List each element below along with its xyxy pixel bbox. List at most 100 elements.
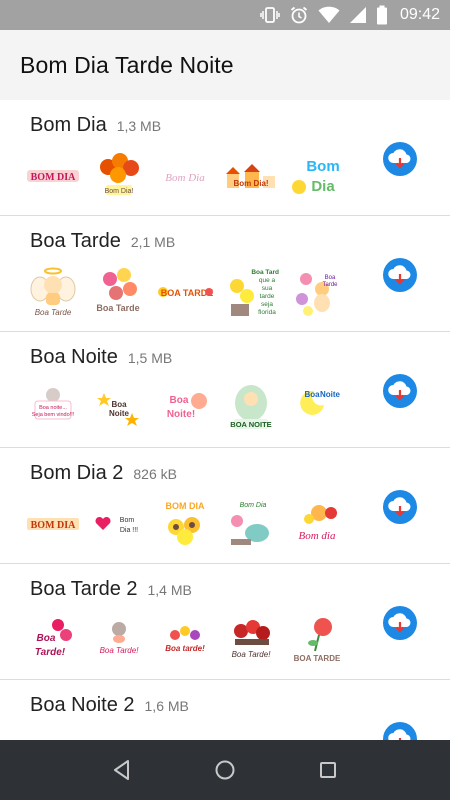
- sticker-boa-noite-a: Boa: [20, 728, 86, 740]
- svg-text:Noite: Noite: [109, 409, 130, 418]
- svg-text:Bom: Bom: [306, 158, 339, 175]
- battery-icon: [376, 5, 388, 25]
- svg-text:Boa: Boa: [111, 400, 127, 409]
- recents-button[interactable]: [308, 750, 348, 790]
- svg-text:Bom Dia!: Bom Dia!: [105, 188, 134, 195]
- sticker-boa-noite-e: [284, 728, 350, 740]
- page-title: Bom Dia Tarde Noite: [20, 51, 234, 78]
- svg-text:Bom Dia!: Bom Dia!: [233, 179, 268, 188]
- recents-square-icon: [320, 762, 337, 778]
- svg-text:Boa Tarde!: Boa Tarde!: [232, 650, 272, 659]
- pack-size: 1,3 MB: [116, 118, 162, 134]
- svg-text:BOA NOITE: BOA NOITE: [230, 420, 271, 429]
- svg-text:BOA TARDE: BOA TARDE: [294, 654, 341, 663]
- status-time: 09:42: [399, 6, 440, 23]
- back-button[interactable]: [102, 750, 142, 790]
- svg-text:Dia: Dia: [311, 178, 335, 195]
- download-button[interactable]: [383, 606, 417, 640]
- cloud-download-icon: [388, 381, 411, 401]
- sticker-flowers-bouquet: Bom Dia!: [86, 148, 152, 204]
- sticker-preview-row: BOM DIA Bom Dia !!! BOM DIA Bom Dia Bom d…: [20, 496, 350, 552]
- pack-title: Boa Noite: [30, 346, 118, 368]
- svg-text:Bom dia: Bom dia: [299, 530, 336, 542]
- cloud-download-icon: [388, 613, 411, 633]
- back-triangle-icon: [113, 760, 129, 780]
- sticker-boa-tarde-rose: BOA TARDE: [284, 612, 350, 668]
- sticker-bom-dia-sunflower: BOM DIA: [152, 496, 218, 552]
- sticker-boa-noite-moon: Boa Noite: [284, 380, 350, 436]
- sticker-pack-boa-tarde[interactable]: Boa Tarde 2,1 MB Boa Tarde Boa Tarde BOA…: [0, 216, 450, 332]
- svg-text:Boa: Boa: [304, 390, 320, 399]
- sticker-boa-noite-c: [152, 728, 218, 740]
- sticker-preview-row: Boa Tarde Boa Tarde BOA TARDE Boa Tardeq…: [20, 264, 350, 320]
- svg-text:Boa noite...: Boa noite...: [39, 405, 67, 411]
- alarm-icon: [289, 5, 309, 25]
- svg-text:Dia !!!: Dia !!!: [120, 527, 138, 534]
- svg-text:Tarde: Tarde: [322, 282, 338, 288]
- sticker-pack-boa-noite-2[interactable]: Boa Noite 2 1,6 MB Boa Boa Noite!: [0, 680, 450, 740]
- sticker-pack-list[interactable]: Bom Dia 1,3 MB BOM DIA Bom Dia! Bom Dia …: [0, 100, 450, 740]
- sticker-boa-tarde-roses-2: Boa Tarde!: [218, 612, 284, 668]
- svg-text:Boa: Boa: [37, 633, 56, 644]
- sticker-boa-noite-b: [86, 728, 152, 740]
- sticker-preview-row: Boa noite... Seja bem vindo!!! Boa Noite B…: [20, 380, 350, 436]
- svg-text:BOM DIA: BOM DIA: [31, 520, 77, 531]
- svg-text:Boa: Boa: [325, 275, 336, 281]
- svg-text:Boa tarde!: Boa tarde!: [165, 644, 205, 653]
- sticker-boa-tarde-roses: Boa Tarde: [86, 264, 152, 320]
- download-button[interactable]: [383, 142, 417, 176]
- sticker-bom-dia-teapot: Bom Dia: [218, 496, 284, 552]
- sticker-boa-tarde-bear-2: Boa Tarde!: [86, 612, 152, 668]
- svg-text:BOM DIA: BOM DIA: [166, 501, 205, 511]
- home-button[interactable]: [205, 750, 245, 790]
- download-button[interactable]: [383, 490, 417, 524]
- pack-title: Boa Noite 2: [30, 694, 135, 716]
- sticker-bom-dia-ladybug: Bom dia: [284, 496, 350, 552]
- svg-text:Boa: Boa: [170, 395, 189, 406]
- svg-text:Bom Dia: Bom Dia: [165, 172, 205, 184]
- pack-size: 1,6 MB: [144, 698, 189, 714]
- svg-text:seja: seja: [261, 301, 273, 308]
- sticker-boa-tarde-flowers-pot: Boa Tardeque asuatardesejaflorida: [218, 264, 284, 320]
- home-circle-icon: [215, 760, 235, 780]
- svg-text:Bom Dia: Bom Dia: [240, 502, 267, 509]
- pack-title: Bom Dia 2: [30, 462, 124, 484]
- svg-text:Boa Tarde!: Boa Tarde!: [100, 646, 140, 655]
- sticker-pack-bom-dia-2[interactable]: Bom Dia 2 826 kB BOM DIA Bom Dia !!! BOM …: [0, 448, 450, 564]
- pack-size: 2,1 MB: [130, 234, 176, 250]
- sticker-bom-dia-text: BOM DIA: [20, 148, 86, 204]
- sticker-preview-row: BOM DIA Bom Dia! Bom Dia Bom Dia! Bom Dia: [20, 148, 350, 204]
- download-button[interactable]: [383, 374, 417, 408]
- svg-text:florida: florida: [258, 309, 276, 316]
- sticker-bom-dia-houses: Bom Dia!: [218, 148, 284, 204]
- sticker-boa-noite-d: Boa Noite!: [218, 728, 284, 740]
- sticker-pack-boa-noite[interactable]: Boa Noite 1,5 MB Boa noite... Seja bem vi…: [0, 332, 450, 448]
- sticker-bom-dia-heart: Bom Dia !!!: [86, 496, 152, 552]
- svg-text:Boa Tarde: Boa Tarde: [96, 303, 139, 313]
- sticker-boa-tarde-text: BOA TARDE: [152, 264, 218, 320]
- sticker-bom-dia-colorful: Bom Dia: [284, 148, 350, 204]
- cloud-download-icon: [388, 265, 411, 285]
- pack-size: 1,5 MB: [127, 350, 173, 366]
- sticker-preview-row: Boa Boa Noite!: [20, 728, 350, 740]
- sticker-pack-boa-tarde-2[interactable]: Boa Tarde 2 1,4 MB Boa Tarde! Boa Tarde! …: [0, 564, 450, 680]
- svg-text:Boa Tarde: Boa Tarde: [251, 269, 279, 276]
- vibrate-icon: [260, 6, 280, 24]
- sticker-boa-tarde-basket: Boa tarde!: [152, 612, 218, 668]
- navigation-bar: [0, 740, 450, 800]
- download-button[interactable]: [383, 258, 417, 292]
- sticker-boa-noite-stars: Boa Noite: [86, 380, 152, 436]
- download-button[interactable]: [383, 722, 417, 740]
- cloud-download-icon: [388, 497, 411, 517]
- sticker-bom-dia-pink-text: Bom Dia: [152, 148, 218, 204]
- svg-text:Tarde!: Tarde!: [35, 647, 66, 658]
- svg-text:tarde: tarde: [260, 293, 275, 300]
- cloud-download-icon: [388, 729, 411, 740]
- sticker-pack-bom-dia[interactable]: Bom Dia 1,3 MB BOM DIA Bom Dia! Bom Dia …: [0, 100, 450, 216]
- sticker-boa-tarde-orchid: Boa Tarde!: [20, 612, 86, 668]
- status-bar: 09:42: [0, 0, 450, 30]
- svg-text:BOM DIA: BOM DIA: [31, 172, 77, 183]
- pack-size: 1,4 MB: [147, 582, 192, 598]
- cloud-download-icon: [388, 149, 411, 169]
- svg-text:Seja bem vindo!!!: Seja bem vindo!!!: [32, 412, 75, 418]
